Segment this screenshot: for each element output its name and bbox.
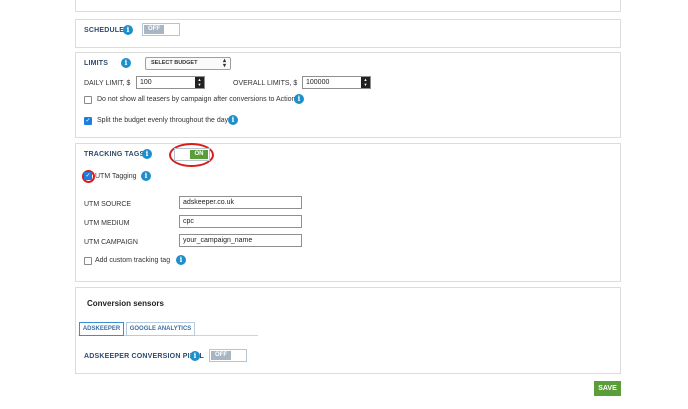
- overall-limit-value: 100000: [306, 79, 330, 86]
- utm-source-input[interactable]: adskeeper.co.uk: [179, 196, 302, 209]
- schedule-toggle-label: OFF: [144, 25, 164, 34]
- daily-limit-label: DAILY LIMIT, $: [84, 80, 131, 87]
- custom-tag-label: Add custom tracking tag: [95, 257, 171, 264]
- checkmark-icon: ✓: [85, 173, 91, 179]
- utm-medium-value: cpc: [183, 218, 194, 225]
- top-panel: [75, 0, 621, 12]
- hide-teasers-checkbox[interactable]: [84, 96, 92, 104]
- tracking-tags-toggle-label: ON: [190, 150, 208, 159]
- conversion-sensors-panel: Conversion sensors ADSKEEPER GOOGLE ANAL…: [75, 287, 621, 374]
- utm-tagging-info-icon[interactable]: i: [141, 171, 151, 181]
- tracking-tags-info-icon[interactable]: i: [142, 149, 152, 159]
- overall-limit-input[interactable]: 100000 ▲ ▼: [302, 76, 371, 89]
- tab-google-analytics-label: GOOGLE ANALYTICS: [129, 326, 192, 332]
- tracking-tags-toggle[interactable]: ON: [174, 148, 210, 161]
- schedule-toggle[interactable]: OFF: [142, 23, 180, 36]
- budget-select-value: SELECT BUDGET: [151, 60, 198, 66]
- budget-select[interactable]: SELECT BUDGET ▴ ▾: [145, 57, 231, 70]
- split-budget-checkbox[interactable]: ✓: [84, 117, 92, 125]
- schedule-panel: SCHEDULE i OFF: [75, 19, 621, 48]
- limits-info-icon[interactable]: i: [121, 58, 131, 68]
- conversion-pixel-toggle-label: OFF: [211, 351, 231, 360]
- custom-tag-checkbox[interactable]: [84, 257, 92, 265]
- utm-tagging-checkbox[interactable]: ✓: [84, 172, 92, 180]
- utm-campaign-input[interactable]: your_campaign_name: [179, 234, 302, 247]
- overall-limit-stepper-icon[interactable]: ▲ ▼: [361, 77, 370, 88]
- conversion-sensors-title: Conversion sensors: [87, 299, 164, 308]
- split-budget-label: Split the budget evenly throughout the d…: [97, 117, 229, 124]
- utm-campaign-value: your_campaign_name: [183, 237, 253, 244]
- schedule-info-icon[interactable]: i: [123, 25, 133, 35]
- hide-teasers-label: Do not show all teasers by campaign afte…: [97, 96, 296, 103]
- up-down-arrow-icon: ▴ ▾: [222, 58, 226, 69]
- tracking-tags-panel: TRACKING TAGS i ON ✓ UTM Tagging i UTM S…: [75, 143, 621, 282]
- checkmark-icon: ✓: [85, 118, 91, 124]
- limits-panel: LIMITS i SELECT BUDGET ▴ ▾ DAILY LIMIT, $…: [75, 52, 621, 138]
- tab-google-analytics[interactable]: GOOGLE ANALYTICS: [126, 322, 195, 336]
- tab-adskeeper[interactable]: ADSKEEPER: [79, 322, 124, 336]
- daily-limit-stepper-icon[interactable]: ▲ ▼: [195, 77, 204, 88]
- conversion-pixel-title: ADSKEEPER CONVERSION PIXEL: [84, 353, 204, 360]
- utm-source-label: UTM SOURCE: [84, 201, 132, 208]
- overall-limit-label: OVERALL LIMITS, $: [233, 80, 298, 87]
- utm-medium-input[interactable]: cpc: [179, 215, 302, 228]
- utm-medium-label: UTM MEDIUM: [84, 220, 130, 227]
- tab-adskeeper-label: ADSKEEPER: [82, 326, 121, 332]
- utm-campaign-label: UTM CAMPAIGN: [84, 239, 138, 246]
- daily-limit-value: 100: [140, 79, 152, 86]
- custom-tag-info-icon[interactable]: i: [176, 255, 186, 265]
- conversion-pixel-toggle[interactable]: OFF: [209, 349, 247, 362]
- schedule-title: SCHEDULE: [84, 27, 125, 34]
- tracking-tags-title: TRACKING TAGS: [84, 151, 145, 158]
- utm-source-value: adskeeper.co.uk: [183, 199, 234, 206]
- utm-tagging-label: UTM Tagging: [95, 173, 137, 180]
- split-budget-info-icon[interactable]: i: [228, 115, 238, 125]
- save-button[interactable]: SAVE: [594, 381, 621, 396]
- conversion-pixel-info-icon[interactable]: i: [190, 351, 200, 361]
- daily-limit-input[interactable]: 100 ▲ ▼: [136, 76, 205, 89]
- hide-teasers-info-icon[interactable]: i: [294, 94, 304, 104]
- limits-title: LIMITS: [84, 60, 109, 67]
